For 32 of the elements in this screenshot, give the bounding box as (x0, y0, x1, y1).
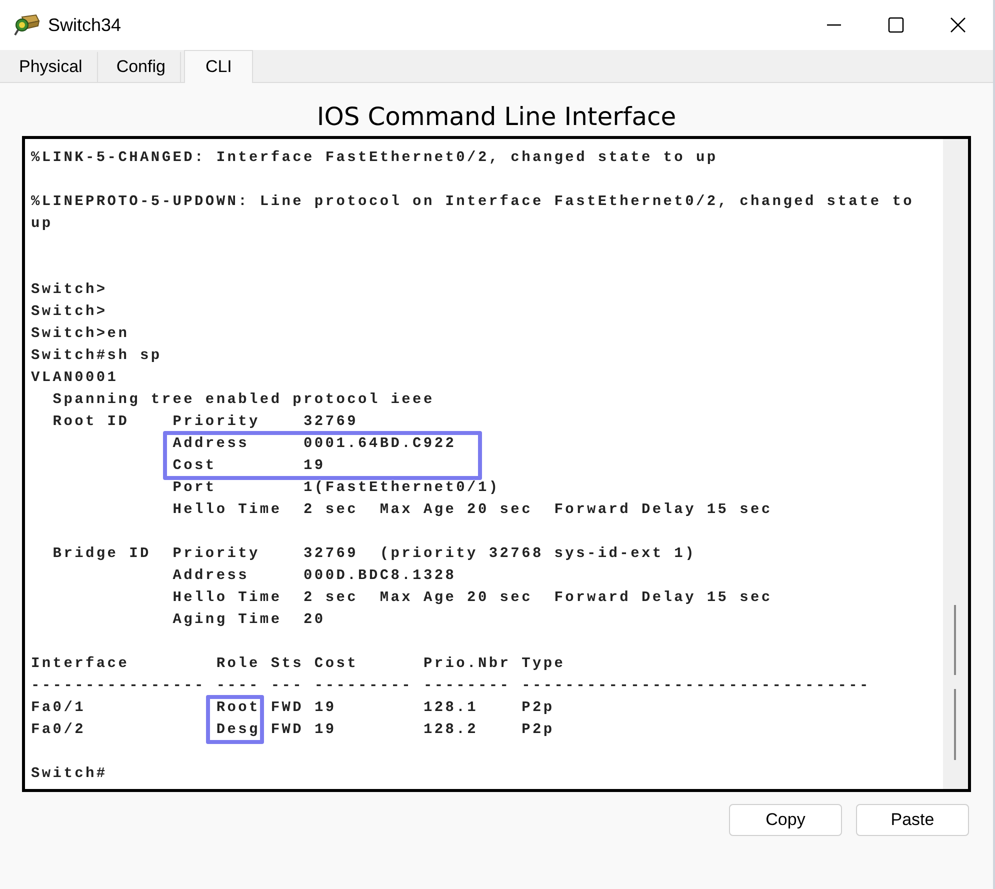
terminal-line: Spanning tree enabled protocol ieee (52, 392, 434, 408)
switch-icon (14, 13, 40, 37)
terminal-line: Address 000D.BDC8.1328 (172, 568, 456, 584)
terminal-line: Bridge ID Priority 32769 (priority 32768 sys-id-ext 1) (52, 546, 696, 562)
tab[interactable]: CLI (184, 50, 253, 83)
terminal-line: Fa0/1 Root FWD 19 128.1 P2p (31, 700, 554, 716)
terminal-line: Switch> (31, 282, 108, 298)
terminal-line: %LINK-5-CHANGED: Interface FastEthernet0/2, changed state to up (31, 150, 718, 166)
terminal-line: Hello Time 2 sec Max Age 20 sec Forward Delay 15 sec (172, 590, 772, 606)
terminal-line: Switch> (31, 304, 108, 320)
terminal-line: Cost 19 (172, 458, 326, 474)
terminal-line: Root ID Priority 32769 (52, 414, 358, 430)
terminal-line: up (31, 216, 53, 232)
terminal-line: %LINEPROTO-5-UPDOWN: Line protocol on Interface FastEthernet0/2, changed state to (31, 194, 914, 210)
terminal-line: Interface Role Sts Cost Prio.Nbr Type (31, 656, 566, 672)
maximize-icon[interactable] (888, 17, 904, 33)
terminal-line: Port 1(FastEthernet0/1) (172, 480, 500, 496)
terminal-line: Switch>en (31, 326, 130, 342)
scrollbar[interactable] (943, 139, 968, 789)
window-title: Switch34 (48, 14, 122, 36)
terminal-line: Fa0/2 Desg FWD 19 128.2 P2p (31, 722, 554, 738)
terminal-line: Switch# (31, 766, 108, 782)
close-icon[interactable] (950, 17, 966, 33)
action-button[interactable]: Copy (729, 804, 842, 836)
terminal-line: Switch#sh sp (31, 348, 162, 364)
action-button[interactable]: Paste (856, 804, 969, 836)
terminal-line: ---------------- ---- --- --------- -------- -------------------------------- (31, 678, 870, 694)
terminal-line: Hello Time 2 sec Max Age 20 sec Forward Delay 15 sec (172, 502, 772, 518)
terminal-line: Aging Time 20 (172, 612, 326, 628)
terminal-line: Address 0001.64BD.C922 (172, 436, 456, 452)
panel-heading: IOS Command Line Interface (316, 101, 678, 133)
terminal-line: VLAN0001 (31, 370, 118, 386)
